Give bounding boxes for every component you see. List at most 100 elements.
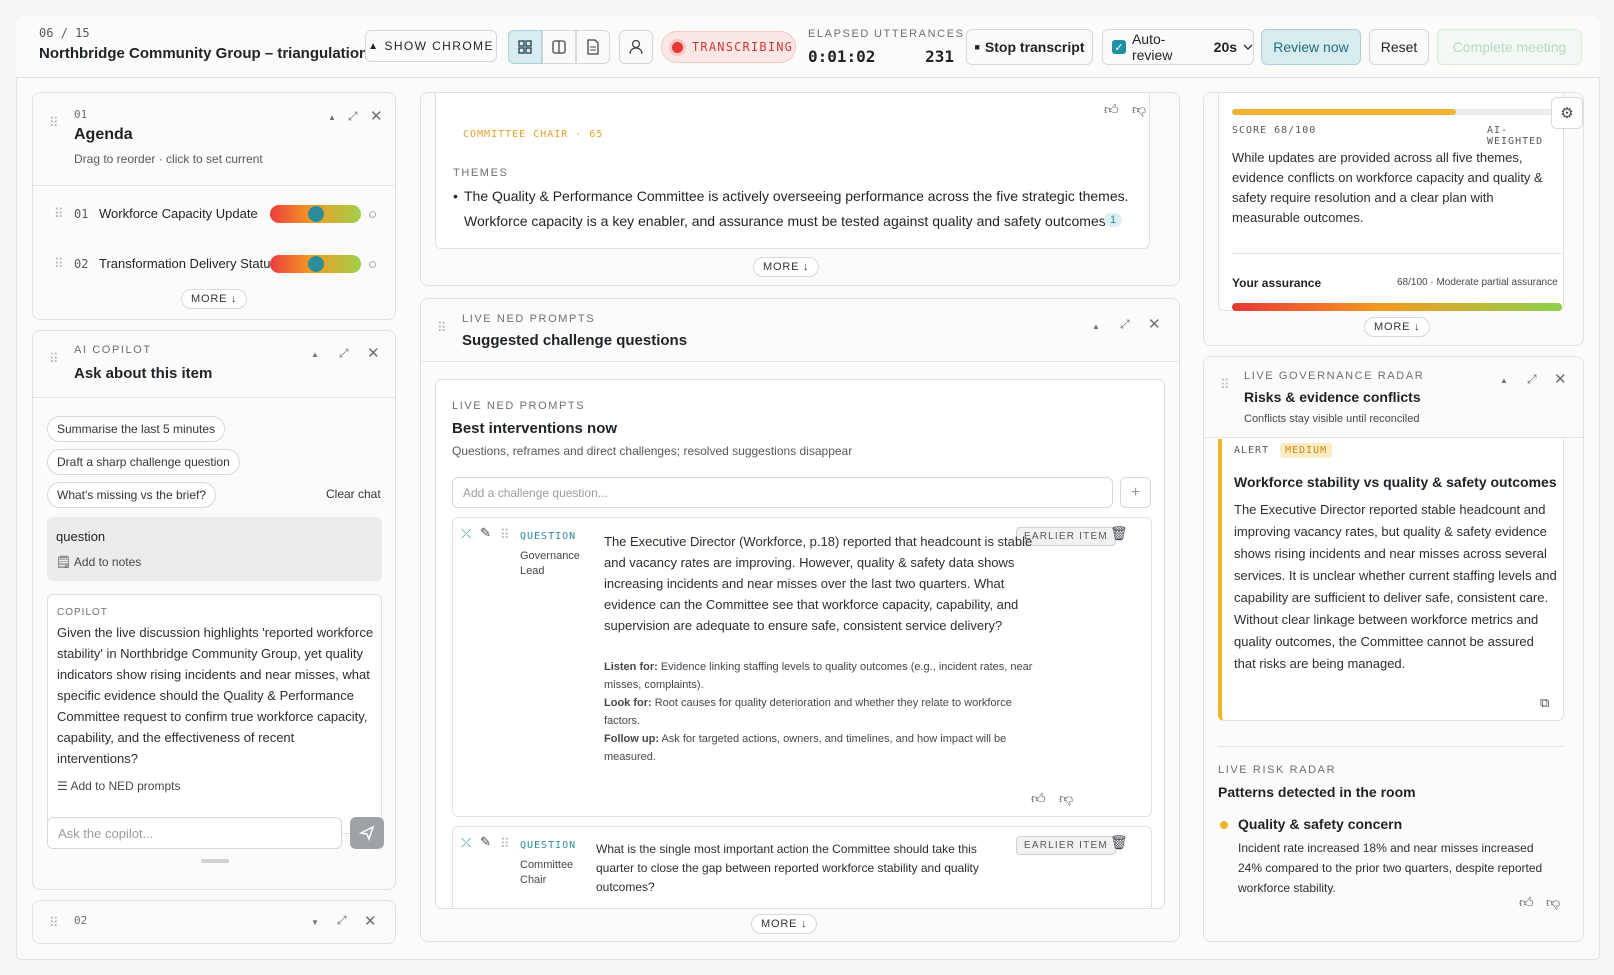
challenge-input[interactable]: Add a challenge question... — [452, 477, 1113, 508]
assurance-slider[interactable] — [1232, 303, 1562, 311]
item-counter: 06 / 15 — [39, 26, 90, 40]
document-view-button[interactable] — [576, 30, 610, 64]
challenge-kicker: LIVE NED PROMPTS — [462, 313, 596, 325]
drag-handle-icon[interactable]: ⠿ — [500, 527, 509, 543]
collapse-icon[interactable]: ▲ — [328, 113, 336, 122]
show-chrome-button[interactable]: ▲ SHOW CHROME — [365, 30, 497, 62]
assurance-slider[interactable] — [270, 205, 361, 223]
add-to-notes-button[interactable]: 🗒 Add to notes — [56, 555, 141, 569]
thumbs-up-icon[interactable]: 👍︎ — [1104, 101, 1119, 118]
open-external-icon[interactable]: ⧉ — [1540, 695, 1549, 711]
review-now-button[interactable]: Review now — [1261, 29, 1361, 65]
collapse-icon[interactable]: ▲ — [1092, 322, 1100, 331]
auto-review-checkbox[interactable]: ✓ — [1112, 40, 1126, 54]
thumbs-up-icon[interactable]: 👍︎ — [1519, 894, 1534, 911]
more-button[interactable]: MORE ↓ — [751, 914, 818, 934]
alert-text: The Executive Director reported stable h… — [1234, 502, 1557, 671]
drag-handle-icon[interactable]: ⠿ — [1220, 377, 1229, 393]
more-button[interactable]: MORE ↓ — [181, 289, 248, 309]
thumbs-down-icon[interactable]: 👎︎ — [1059, 790, 1073, 807]
close-icon[interactable]: ✕ — [367, 344, 380, 362]
collapse-icon[interactable]: ▲ — [1500, 376, 1508, 385]
more-button[interactable]: MORE ↓ — [753, 257, 820, 277]
unpin-icon[interactable]: ⤫ — [461, 526, 471, 542]
drag-handle-icon[interactable]: ⠿ — [49, 115, 58, 131]
more-button[interactable]: MORE ↓ — [1364, 317, 1431, 337]
speaker-label: COMMITTEE CHAIR · 65 — [463, 129, 604, 140]
score-panel: SCORE 68/100 AI-WEIGHTED While updates a… — [1203, 92, 1584, 346]
grid-view-button[interactable] — [508, 30, 542, 64]
agenda-title: Agenda — [74, 126, 133, 143]
close-icon[interactable]: ✕ — [1554, 370, 1567, 388]
suggestion-chip[interactable]: Summarise the last 5 minutes — [47, 416, 226, 442]
trash-icon[interactable]: 🗑︎ — [1110, 525, 1128, 542]
utterances-label: UTTERANCES — [874, 28, 965, 40]
citation-badge[interactable]: 1 — [1104, 213, 1123, 227]
add-to-ned-button[interactable]: ☰ Add to NED prompts — [57, 779, 180, 793]
expand-icon[interactable]: ⤢ — [348, 109, 358, 124]
themes-card: 👍︎ 👎︎ COMMITTEE CHAIR · 65 THEMES • The … — [435, 93, 1150, 249]
question-guidance: Listen for: Evidence linking staffing le… — [604, 661, 1033, 763]
add-question-button[interactable]: + — [1120, 477, 1151, 508]
panel-index: 01 — [74, 108, 88, 121]
question-type: QUESTION — [520, 531, 577, 542]
alert-title: Workforce stability vs quality & safety … — [1234, 474, 1557, 490]
clear-chat-button[interactable]: Clear chat — [326, 487, 381, 501]
expand-down-icon[interactable]: ▼ — [311, 918, 319, 927]
collapse-icon[interactable]: ▲ — [311, 350, 319, 359]
drag-handle-icon[interactable]: ⠿ — [54, 206, 63, 222]
assurance-slider[interactable] — [270, 255, 361, 273]
thumbs-down-icon[interactable]: 👎︎ — [1546, 894, 1560, 911]
note-icon: 🗒 — [56, 555, 72, 569]
expand-icon[interactable]: ⤢ — [1527, 372, 1537, 387]
close-icon[interactable]: ✕ — [364, 912, 377, 930]
drag-handle-icon[interactable]: ⠿ — [54, 256, 63, 272]
elapsed-label: ELAPSED — [808, 28, 870, 40]
participant-button[interactable] — [619, 30, 653, 64]
thumbs-up-icon[interactable]: 👍︎ — [1031, 790, 1046, 807]
split-view-button[interactable] — [542, 30, 576, 64]
theme-line: Workforce capacity is a key enabler, and… — [464, 213, 1110, 229]
copilot-response: COPILOT Given the live discussion highli… — [47, 594, 382, 834]
stop-transcript-button[interactable]: ■ Stop transcript — [966, 29, 1093, 65]
resize-handle[interactable] — [201, 859, 229, 863]
suggestion-chip[interactable]: Draft a sharp challenge question — [47, 449, 240, 475]
drag-handle-icon[interactable]: ⠿ — [437, 320, 446, 336]
edit-note-icon[interactable]: ✎ — [480, 525, 491, 541]
risk-title: Patterns detected in the room — [1218, 784, 1416, 800]
complete-meeting-button[interactable]: Complete meeting — [1437, 29, 1582, 65]
send-button[interactable] — [350, 817, 384, 849]
auto-review-interval[interactable]: 20s — [1214, 39, 1237, 55]
agenda-item[interactable]: ⠿ 02 Transformation Delivery Status — [33, 244, 395, 286]
close-icon[interactable]: ✕ — [1148, 315, 1161, 333]
utterances-value: 231 — [925, 47, 954, 66]
risk-kicker: LIVE RISK RADAR — [1218, 764, 1337, 776]
close-icon[interactable]: ✕ — [370, 107, 383, 125]
edit-note-icon[interactable]: ✎ — [480, 834, 491, 850]
question-role: Committee Chair — [520, 859, 574, 886]
reset-button[interactable]: Reset — [1369, 29, 1429, 65]
assurance-value: 68/100 · Moderate partial assurance — [1397, 277, 1558, 288]
drag-handle-icon[interactable]: ⠿ — [500, 836, 509, 852]
interventions-title: Best interventions now — [452, 420, 618, 437]
radar-subtitle: Conflicts stay visible until reconciled — [1244, 413, 1420, 425]
document-icon — [587, 39, 599, 55]
thumbs-down-icon[interactable]: 👎︎ — [1132, 101, 1146, 118]
settings-button[interactable]: ⚙ — [1551, 97, 1583, 129]
interventions-subtitle: Questions, reframes and direct challenge… — [452, 444, 853, 458]
expand-icon[interactable]: ⤢ — [339, 346, 349, 361]
auto-review-control[interactable]: ✓ Auto-review 20s — [1102, 29, 1254, 65]
slider-knob[interactable] — [307, 206, 324, 222]
drag-handle-icon[interactable]: ⠿ — [49, 915, 58, 931]
slider-knob[interactable] — [307, 256, 324, 272]
copilot-input[interactable]: Ask the copilot... — [47, 817, 342, 849]
agenda-item[interactable]: ⠿ 01 Workforce Capacity Update — [33, 194, 395, 236]
send-icon — [359, 825, 375, 841]
suggestion-chip[interactable]: What's missing vs the brief? — [47, 482, 217, 508]
expand-icon[interactable]: ⤢ — [337, 913, 347, 928]
trash-icon[interactable]: 🗑︎ — [1110, 834, 1128, 851]
copilot-panel: ⠿ AI COPILOT Ask about this item ▲ ⤢ ✕ S… — [32, 330, 396, 890]
drag-handle-icon[interactable]: ⠿ — [49, 351, 58, 367]
unpin-icon[interactable]: ⤫ — [461, 835, 471, 851]
expand-icon[interactable]: ⤢ — [1120, 317, 1130, 332]
